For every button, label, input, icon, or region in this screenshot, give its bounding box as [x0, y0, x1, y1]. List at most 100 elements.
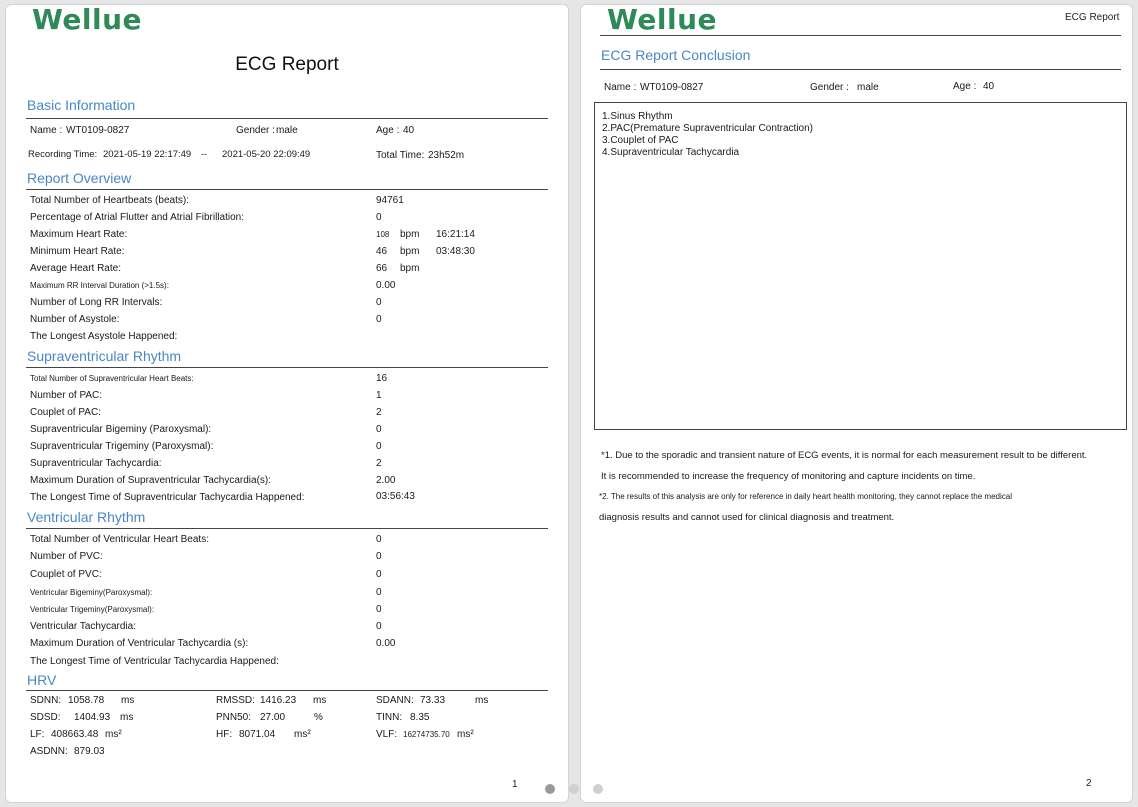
overview-label: Average Heart Rate:	[30, 263, 121, 274]
section-basic-information: Basic Information	[27, 97, 136, 113]
vent-label: Couplet of PVC:	[30, 569, 102, 580]
tinn-value: 8.35	[410, 712, 430, 723]
sdnn-value: 1058.78	[68, 695, 105, 706]
page-dot-2[interactable]	[569, 784, 579, 794]
vent-label: Ventricular Bigeminy(Paroxysmal):	[30, 588, 153, 597]
supra-value: 2	[376, 407, 382, 418]
vlf-value: 16274735.70	[403, 730, 450, 739]
age-value: 40	[983, 81, 995, 92]
rmssd-value: 1416.23	[260, 695, 297, 706]
vent-label: The Longest Time of Ventricular Tachycar…	[30, 656, 279, 667]
page-number: 2	[1086, 778, 1092, 789]
min-heart-rate-time: 03:48:30	[436, 246, 475, 257]
age-label: Age :	[376, 125, 400, 136]
vent-label: Number of PVC:	[30, 551, 103, 562]
patient-name: WT0109-0827	[66, 125, 130, 136]
vent-value: 0.00	[376, 638, 396, 649]
overview-value: 0.00	[376, 280, 396, 291]
report-page-1: Wellue ECG Report Basic Information Name…	[5, 4, 569, 803]
vent-value: 0	[376, 534, 382, 545]
page-dot-3[interactable]	[593, 784, 603, 794]
supra-value: 2.00	[376, 475, 396, 486]
vent-value: 0	[376, 551, 382, 562]
bpm-unit: bpm	[400, 246, 420, 257]
vent-value: 0	[376, 604, 382, 615]
recording-end: 2021-05-20 22:09:49	[222, 149, 311, 160]
divider	[600, 35, 1121, 36]
supra-label: Number of PAC:	[30, 390, 103, 401]
gender-label: Gender :	[236, 125, 275, 136]
header-report-label: ECG Report	[1065, 12, 1120, 23]
divider	[26, 118, 548, 119]
max-heart-rate-time: 16:21:14	[436, 229, 475, 240]
page-number: 1	[512, 779, 518, 790]
asdnn-label: ASDNN:	[30, 746, 68, 757]
total-time-value: 23h52m	[428, 150, 465, 161]
disclaimer-note-1: *1. Due to the sporadic and transient na…	[601, 450, 1088, 461]
section-report-conclusion: ECG Report Conclusion	[601, 47, 751, 63]
age-label: Age :	[953, 81, 977, 92]
divider	[26, 189, 548, 190]
supra-label: Supraventricular Tachycardia:	[30, 458, 162, 469]
age-value: 40	[403, 125, 415, 136]
overview-value: 0	[376, 297, 382, 308]
section-hrv: HRV	[27, 672, 57, 688]
min-heart-rate-value: 46	[376, 246, 388, 257]
conclusion-item: 2.PAC(Premature Supraventricular Contrac…	[602, 123, 814, 134]
conclusion-item: 1.Sinus Rhythm	[602, 111, 673, 122]
sdsd-unit: ms	[120, 712, 134, 723]
supra-value: 0	[376, 424, 382, 435]
overview-label: Maximum RR Interval Duration (>1.5s):	[30, 281, 169, 290]
rmssd-label: RMSSD:	[216, 695, 255, 706]
vent-value: 0	[376, 587, 382, 598]
lf-value: 408663.48	[51, 729, 99, 740]
gender-value: male	[857, 82, 879, 93]
overview-label: Total Number of Heartbeats (beats):	[30, 195, 189, 206]
total-time-label: Total Time:	[376, 150, 425, 161]
supra-label: Maximum Duration of Supraventricular Tac…	[30, 475, 272, 486]
conclusion-item: 4.Supraventricular Tachycardia	[602, 147, 740, 158]
section-ventricular-rhythm: Ventricular Rhythm	[27, 509, 146, 525]
vlf-unit: ms²	[457, 729, 474, 740]
disclaimer-note-2: *2. The results of this analysis are onl…	[599, 492, 1012, 501]
recording-time-label: Recording Time:	[28, 149, 98, 160]
supra-value: 0	[376, 441, 382, 452]
vent-label: Total Number of Ventricular Heart Beats:	[30, 534, 209, 545]
vent-label: Ventricular Trigeminy(Paroxysmal):	[30, 605, 155, 614]
pnn50-unit: %	[314, 712, 323, 723]
supra-value: 2	[376, 458, 382, 469]
supra-value: 03:56:43	[376, 491, 415, 502]
conclusion-item: 3.Couplet of PAC	[602, 135, 679, 146]
disclaimer-note-2-cont: diagnosis results and cannot used for cl…	[599, 512, 895, 523]
vent-value: 0	[376, 569, 382, 580]
lf-label: LF:	[30, 729, 45, 740]
vlf-label: VLF:	[376, 729, 398, 740]
asdnn-value: 879.03	[74, 746, 105, 757]
rmssd-unit: ms	[313, 695, 327, 706]
sdann-label: SDANN:	[376, 695, 414, 706]
supra-value: 16	[376, 373, 388, 384]
hf-label: HF:	[216, 729, 233, 740]
hf-unit: ms²	[294, 729, 311, 740]
page-dot-1[interactable]	[545, 784, 555, 794]
divider	[26, 528, 548, 529]
overview-label: The Longest Asystole Happened:	[30, 331, 178, 342]
patient-name: WT0109-0827	[640, 82, 704, 93]
vent-value: 0	[376, 621, 382, 632]
overview-label: Percentage of Atrial Flutter and Atrial …	[30, 212, 244, 223]
page-title: ECG Report	[235, 54, 339, 75]
overview-label: Number of Long RR Intervals:	[30, 297, 163, 308]
wellue-logo: Wellue	[32, 4, 142, 36]
vent-label: Maximum Duration of Ventricular Tachycar…	[30, 638, 249, 649]
sdsd-value: 1404.93	[74, 712, 111, 723]
name-label: Name :	[30, 125, 63, 136]
sdnn-unit: ms	[121, 695, 135, 706]
overview-label: Maximum Heart Rate:	[30, 229, 128, 240]
overview-label: Number of Asystole:	[30, 314, 120, 325]
overview-label: Minimum Heart Rate:	[30, 246, 125, 257]
tinn-label: TINN:	[376, 712, 403, 723]
report-page-2: Wellue ECG Report ECG Report Conclusion …	[580, 4, 1133, 803]
lf-unit: ms²	[105, 729, 122, 740]
conclusion-box: 1.Sinus Rhythm 2.PAC(Premature Supravent…	[594, 102, 1127, 430]
divider	[26, 367, 548, 368]
